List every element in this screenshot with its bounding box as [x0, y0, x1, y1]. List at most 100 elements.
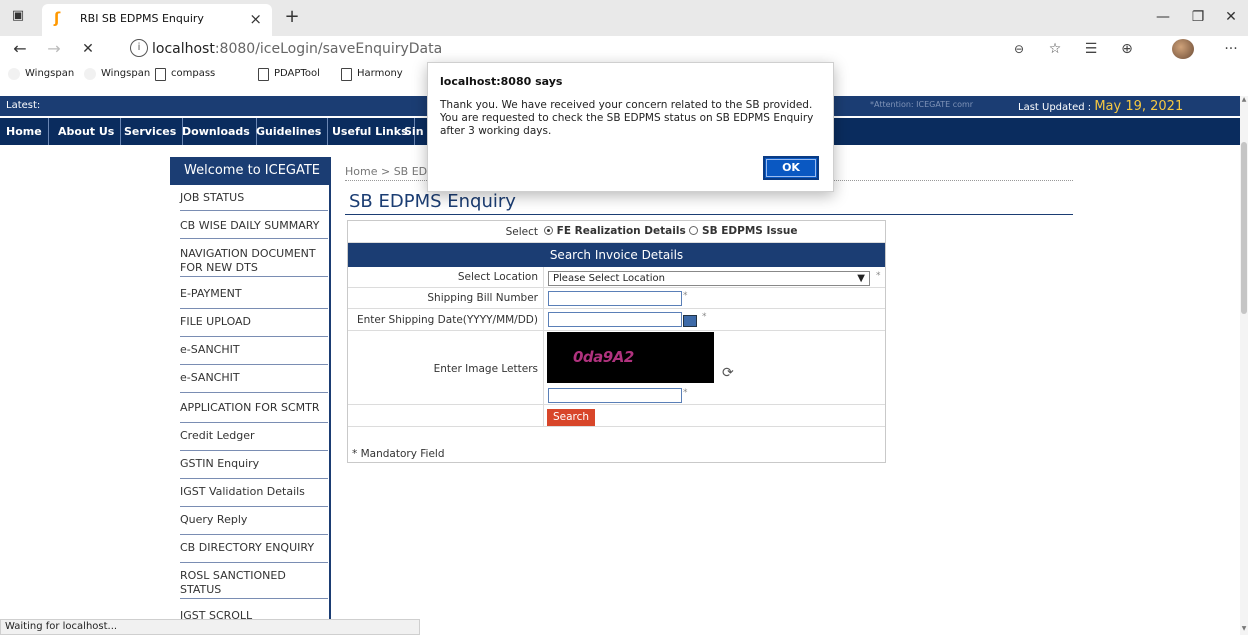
favorite-label: PDAPTool — [274, 68, 320, 79]
radio-sb-edpms-issue[interactable] — [689, 226, 699, 235]
profile-avatar[interactable] — [1172, 39, 1194, 59]
nav-about-us[interactable]: About Us — [52, 118, 122, 145]
sidebar-item-gstin-enquiry[interactable]: GSTIN Enquiry — [180, 457, 328, 479]
status-bar: Waiting for localhost... — [0, 619, 420, 635]
select-row: Select FE Realization Details SB EDPMS I… — [348, 221, 885, 243]
select-label: Select — [505, 226, 538, 238]
scroll-thumb[interactable] — [1241, 142, 1247, 314]
shipping-date-label: Enter Shipping Date(YYYY/MM/DD) — [357, 314, 538, 326]
column-divider — [543, 331, 544, 404]
collections-icon[interactable]: ⊕ — [1116, 39, 1138, 59]
sidebar: Welcome to ICEGATE JOB STATUS CB WISE DA… — [170, 157, 331, 627]
window-close-button[interactable]: ✕ — [1216, 6, 1246, 28]
refresh-captcha-icon[interactable]: ⟳ — [722, 365, 734, 381]
sidebar-item-e-sanchit[interactable]: e-SANCHIT — [180, 343, 328, 365]
sidebar-item-query-reply[interactable]: Query Reply — [180, 513, 328, 535]
page-icon — [155, 67, 166, 81]
favorite-wingspan-1[interactable]: Wingspan — [8, 66, 74, 82]
sidebar-item-job-status[interactable]: JOB STATUS — [180, 191, 328, 211]
url-host: localhost — [152, 41, 215, 57]
more-menu-icon[interactable]: ··· — [1220, 39, 1242, 59]
nav-home[interactable]: Home — [0, 118, 49, 145]
shipping-date-input[interactable] — [548, 312, 682, 327]
location-select[interactable]: Please Select Location ▼ — [548, 271, 870, 286]
last-updated: Last Updated : May 19, 2021 — [1018, 99, 1183, 114]
favorite-globe-icon — [8, 68, 20, 80]
ok-button[interactable]: OK — [763, 156, 819, 180]
sidebar-item-cb-wise-daily-summary[interactable]: CB WISE DAILY SUMMARY — [180, 219, 328, 239]
mandatory-note: * Mandatory Field — [352, 448, 445, 460]
favorite-globe-icon — [84, 68, 96, 80]
tab-bar: ▣ ʃ RBI SB EDPMS Enquiry × + — ❐ ✕ — [0, 0, 1248, 36]
required-star: * — [876, 271, 881, 281]
back-button[interactable]: ← — [8, 38, 32, 60]
minimize-button[interactable]: — — [1148, 6, 1178, 28]
nav-single-window[interactable]: Sin — [398, 118, 430, 145]
browser-tab[interactable]: ʃ RBI SB EDPMS Enquiry × — [42, 4, 272, 36]
shipping-date-row: Enter Shipping Date(YYYY/MM/DD) * — [348, 309, 885, 331]
search-row — [348, 405, 885, 427]
sidebar-item-application-for-scmtr[interactable]: APPLICATION FOR SCMTR — [180, 401, 328, 423]
sidebar-item-e-payment[interactable]: E-PAYMENT — [180, 287, 328, 309]
column-divider — [543, 309, 544, 330]
last-updated-label: Last Updated : — [1018, 102, 1092, 113]
sidebar-item-file-upload[interactable]: FILE UPLOAD — [180, 315, 328, 337]
nav-guidelines[interactable]: Guidelines — [250, 118, 329, 145]
required-star: * — [683, 388, 688, 398]
location-select-value: Please Select Location — [553, 273, 665, 284]
favorite-compass[interactable]: compass — [155, 66, 215, 82]
favorite-label: Wingspan — [101, 68, 151, 79]
sb-number-row: Shipping Bill Number * — [348, 288, 885, 309]
radio-group: FE Realization Details SB EDPMS Issue — [544, 225, 798, 237]
forward-button[interactable]: → — [42, 38, 66, 60]
latest-label: Latest: — [6, 100, 41, 111]
title-underline — [345, 214, 1073, 215]
add-favorite-icon[interactable]: ☆ — [1044, 39, 1066, 59]
radio-fe-realization[interactable] — [544, 226, 553, 235]
favorite-label: compass — [171, 68, 216, 79]
favorite-wingspan-2[interactable]: Wingspan — [84, 66, 150, 82]
sb-number-label: Shipping Bill Number — [427, 292, 538, 304]
sidebar-item-rosl-sanctioned-status[interactable]: ROSL SANCTIONED STATUS — [180, 569, 328, 599]
nav-downloads[interactable]: Downloads — [176, 118, 257, 145]
dialog-message: Thank you. We have received your concern… — [440, 99, 814, 137]
dialog-title: localhost:8080 says — [440, 75, 563, 88]
favorite-pdaptool[interactable]: PDAPTool — [258, 66, 320, 82]
tab-actions-icon[interactable]: ▣ — [6, 8, 30, 28]
favorite-harmony[interactable]: Harmony — [341, 66, 403, 82]
stop-loading-button[interactable]: ✕ — [76, 38, 100, 60]
sidebar-item-credit-ledger[interactable]: Credit Ledger — [180, 429, 328, 451]
favorites-icon[interactable]: ☰ — [1080, 39, 1102, 59]
page-title: SB EDPMS Enquiry — [349, 191, 516, 212]
alert-dialog: localhost:8080 says Thank you. We have r… — [427, 62, 834, 192]
tab-title: RBI SB EDPMS Enquiry — [80, 12, 204, 25]
radio-fe-realization-label[interactable]: FE Realization Details — [557, 225, 686, 237]
search-button[interactable]: Search — [547, 409, 595, 426]
search-invoice-header: Search Invoice Details — [348, 243, 885, 267]
url-path: :8080/iceLogin/saveEnquiryData — [214, 41, 443, 57]
sidebar-item-cb-directory-enquiry[interactable]: CB DIRECTORY ENQUIRY — [180, 541, 328, 563]
sidebar-item-e-sanchit-2[interactable]: e-SANCHIT — [180, 371, 328, 393]
nav-services[interactable]: Services — [118, 118, 184, 145]
zoom-icon[interactable]: ⊖ — [1008, 39, 1030, 59]
sidebar-welcome: Welcome to ICEGATE — [170, 157, 331, 185]
captcha-input[interactable] — [548, 388, 682, 403]
breadcrumb[interactable]: Home > SB ED — [345, 165, 427, 178]
calendar-icon[interactable] — [683, 315, 697, 327]
sidebar-item-navigation-document[interactable]: NAVIGATION DOCUMENT FOR NEW DTS — [180, 247, 328, 277]
maximize-button[interactable]: ❐ — [1183, 6, 1213, 28]
required-star: * — [683, 291, 688, 301]
site-info-icon[interactable]: i — [130, 39, 148, 57]
sb-number-input[interactable] — [548, 291, 682, 306]
url-field[interactable]: localhost:8080/iceLogin/saveEnquiryData — [152, 38, 442, 60]
column-divider — [543, 288, 544, 308]
scroll-up-icon[interactable]: ▲ — [1240, 96, 1248, 104]
tab-close-icon[interactable]: × — [249, 10, 262, 28]
last-updated-date: May 19, 2021 — [1094, 99, 1184, 114]
sidebar-item-igst-validation[interactable]: IGST Validation Details — [180, 485, 328, 507]
page-icon — [341, 67, 352, 81]
chevron-down-icon: ▼ — [857, 273, 865, 284]
radio-sb-edpms-issue-label[interactable]: SB EDPMS Issue — [702, 225, 797, 237]
scroll-down-icon[interactable]: ▼ — [1240, 625, 1248, 633]
new-tab-button[interactable]: + — [280, 6, 304, 28]
